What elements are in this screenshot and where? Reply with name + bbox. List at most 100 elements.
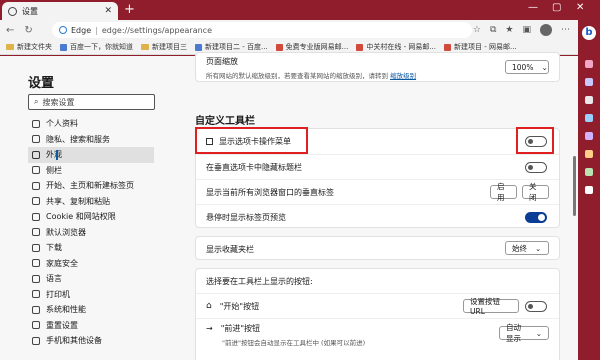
forward-button-select[interactable]: 自动显示 ⌄ [499,323,549,343]
profile-avatar[interactable] [540,24,552,36]
nav-item-language[interactable]: 语言 [28,271,154,287]
back-icon[interactable]: ← [6,25,14,36]
favorite-label: 百度一下，你就知道 [70,43,133,51]
minimize-button[interactable]: — [528,2,538,13]
folder-icon [6,44,14,50]
settings-main: 页面缩放 所有网站的默认缩放级别，若要查看某网站的缩放级别，请转到 缩放级别 1… [165,52,578,360]
favorites-icon[interactable]: ★ [505,25,513,35]
gear-icon [8,6,17,16]
nav-item-family[interactable]: 家庭安全 [28,256,154,272]
favorite-label: 新建项目二 - 百度... [205,43,268,51]
setting-label: 选择要在工具栏上显示的按钮: [206,276,313,286]
nav-item-privacy[interactable]: 隐私、搜索和服务 [28,132,154,148]
tab-settings[interactable]: 设置 ✕ [2,2,118,20]
nav-label: 语言 [46,274,62,284]
hide-title-bar-toggle[interactable] [525,162,547,173]
section-title-toolbar: 自定义工具栏 [195,116,255,127]
highlight-box [516,127,554,154]
add-sidebar-icon[interactable] [585,186,593,194]
drop-icon[interactable] [585,150,593,158]
designer-icon[interactable] [585,168,593,176]
home-button-toggle[interactable] [525,301,547,312]
games-icon[interactable] [585,96,593,104]
site-icon [275,43,283,51]
printer-icon [32,290,40,299]
tab-close-icon[interactable]: ✕ [104,6,112,16]
nav-label: 系统和性能 [46,305,86,315]
refresh-icon[interactable]: ↻ [24,25,32,36]
setting-label: 显示当前所有浏览器窗口的垂直标签 [206,187,334,197]
favorite-item[interactable]: 新建项目 - 网易邮... [444,42,517,52]
address-bar[interactable]: Edge | edge://settings/appearance [52,22,472,38]
site-icon [60,43,67,51]
favorite-item[interactable]: 新建项目二 - 百度... [195,42,268,52]
split-screen-icon[interactable]: ⧉ [490,25,496,35]
system-icon [32,305,40,314]
setting-row: 显示收藏夹栏 始终 ⌄ [196,237,559,261]
nav-item-appearance[interactable]: 外观 [28,147,154,163]
tools-icon[interactable] [585,78,593,86]
zoom-select[interactable]: 100% ⌄ [505,60,549,74]
setting-label: "开始"按钮 [219,301,260,311]
zoom-level-link[interactable]: 缩放级别 [390,72,416,80]
bing-icon[interactable]: b [582,26,596,40]
favorite-item[interactable]: 新建项目三 [141,42,187,52]
forward-icon: → [206,323,213,333]
zoom-label: 页面缩放 [206,57,238,66]
setting-description: "前进"按钮会自动显示在工具栏中 (如果可以前进) [222,338,366,347]
nav-item-default-browser[interactable]: 默认浏览器 [28,225,154,241]
zoom-description: 所有网站的默认缩放级别，若要查看某网站的缩放级别，请转到 缩放级别 [206,70,416,80]
favorite-star-icon[interactable]: ☆ [473,25,481,35]
collections-icon[interactable]: ▣ [522,25,531,35]
office-icon[interactable] [585,114,593,122]
nav-item-sidebar[interactable]: 侧栏 [28,163,154,179]
navigation-bar: ← ↻ Edge | edge://settings/appearance ☆ … [0,20,578,40]
share-icon [32,197,40,206]
shopping-icon[interactable] [585,60,593,68]
nav-item-downloads[interactable]: 下载 [28,240,154,256]
more-icon[interactable]: ⋯ [561,25,570,35]
favorite-label: 新建文件夹 [17,43,52,51]
set-button-url[interactable]: 设置按钮 URL [463,297,519,316]
nav-item-printers[interactable]: 打印机 [28,287,154,303]
favorite-item[interactable]: 中关村在线 - 网易邮... [356,42,436,52]
setting-row: 选择要在工具栏上显示的按钮: [196,269,559,293]
scrollbar-thumb[interactable] [573,156,576,216]
setting-row: 显示当前所有浏览器窗口的垂直标签 启用 关闭 [196,179,559,204]
outlook-icon[interactable] [585,132,593,140]
setting-row: 悬停时显示标签页预览 [196,204,559,229]
tab-preview-toggle[interactable] [525,212,547,223]
address-separator: | [95,25,98,35]
download-icon [32,243,40,252]
nav-item-reset[interactable]: 重置设置 [28,318,154,334]
maximize-button[interactable]: ▢ [552,2,561,13]
settings-search-input[interactable]: ⌕ 搜索设置 [28,94,155,110]
nav-item-system[interactable]: 系统和性能 [28,302,154,318]
setting-row: 在垂直选项卡中隐藏标题栏 [196,154,559,179]
enable-button[interactable]: 启用 [490,182,517,202]
nav-item-cookies[interactable]: Cookie 和网站权限 [28,209,154,225]
site-icon [195,43,202,51]
zoom-card: 页面缩放 所有网站的默认缩放级别，若要查看某网站的缩放级别，请转到 缩放级别 1… [195,52,560,82]
settings-nav-list: 个人资料 隐私、搜索和服务 外观 侧栏 开始、主页和新建标签页 共享、复制和粘贴… [28,116,154,349]
search-icon: ⌕ [34,97,39,106]
favorites-bar-select[interactable]: 始终 ⌄ [505,241,549,255]
favorite-item[interactable]: 百度一下，你就知道 [60,42,133,52]
disable-button[interactable]: 关闭 [522,182,549,202]
toolbar-right: ☆ ⧉ ★ ▣ ⋯ [473,24,570,36]
favorite-item[interactable]: 免费专业版网易邮... [275,42,348,52]
nav-item-phone[interactable]: 手机和其他设备 [28,333,154,349]
address-url[interactable]: edge://settings/appearance [102,26,212,35]
appearance-icon [32,150,40,159]
setting-row: ⌂ "开始"按钮 设置按钮 URL [196,293,559,318]
new-tab-button[interactable]: + [124,3,135,17]
favorite-item[interactable]: 新建文件夹 [6,42,52,52]
close-window-button[interactable]: ✕ [576,2,584,13]
zoom-row: 页面缩放 所有网站的默认缩放级别，若要查看某网站的缩放级别，请转到 缩放级别 1… [196,53,559,83]
nav-label: 手机和其他设备 [46,336,102,346]
nav-item-profile[interactable]: 个人资料 [28,116,154,132]
nav-item-share[interactable]: 共享、复制和粘贴 [28,194,154,210]
favorite-label: 新建项目三 [152,43,187,51]
nav-item-start[interactable]: 开始、主页和新建标签页 [28,178,154,194]
nav-label: 开始、主页和新建标签页 [46,181,134,191]
